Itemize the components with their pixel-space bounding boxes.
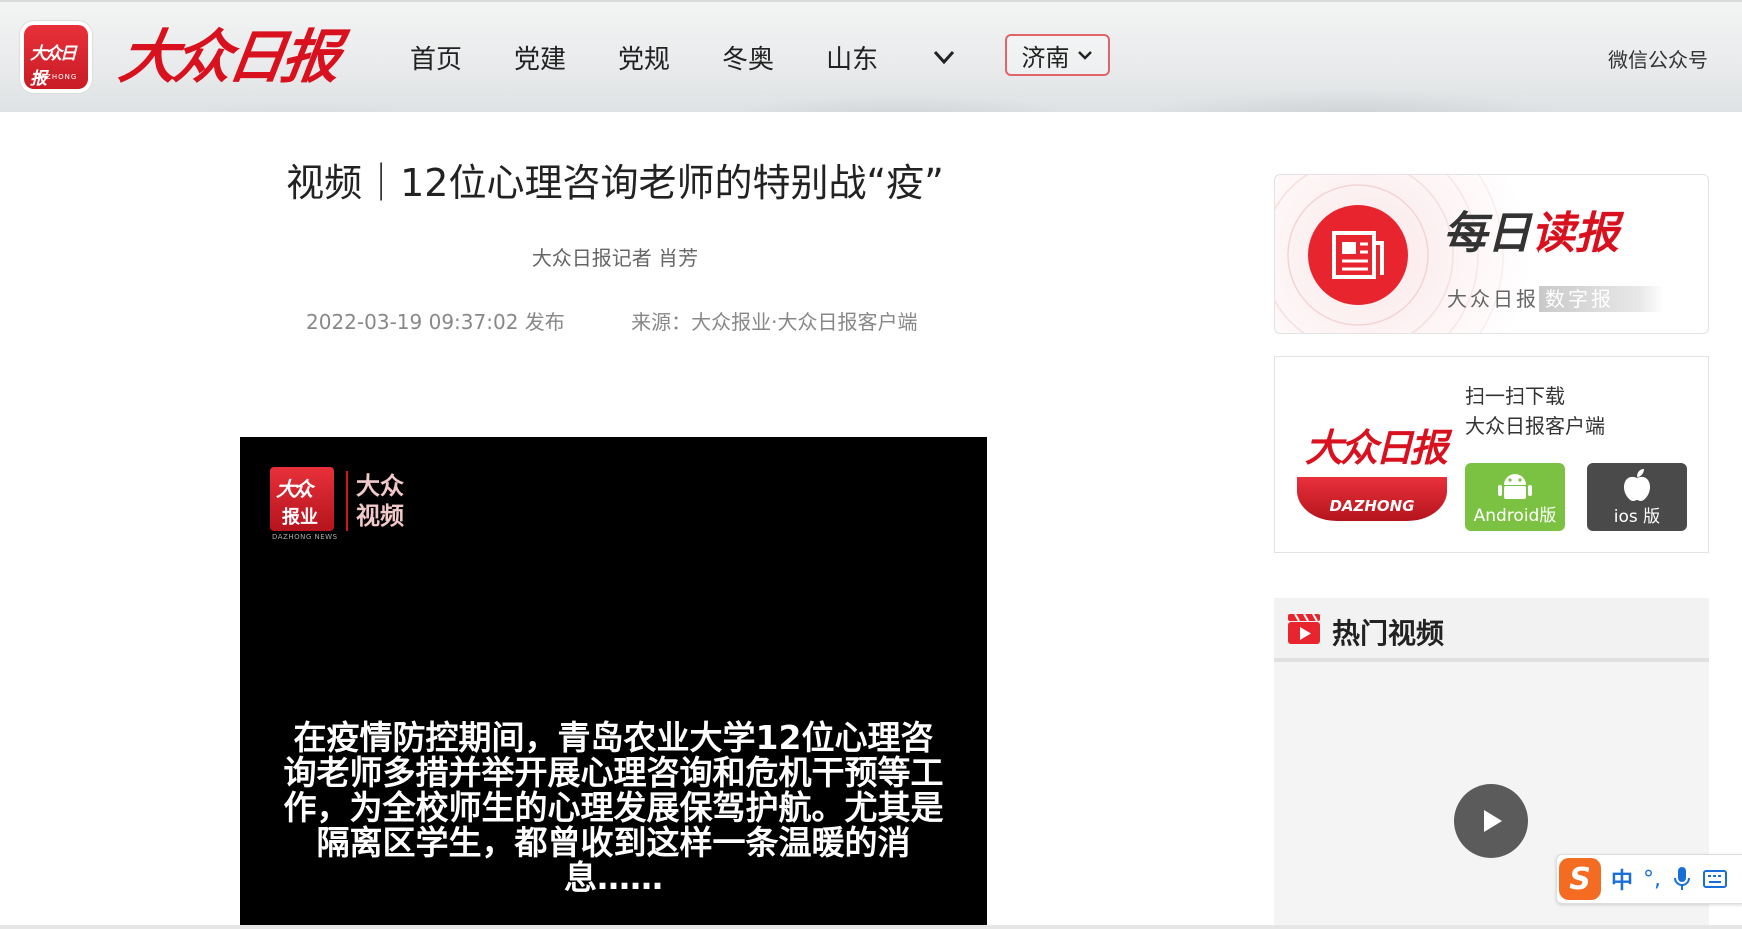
nav-item-home[interactable]: 首页 xyxy=(410,39,462,76)
region-selector[interactable]: 济南 xyxy=(1005,34,1110,76)
video-clapper-icon xyxy=(1288,613,1320,644)
app-emblem: 大众日报 DAZHONG xyxy=(1297,417,1449,527)
article-byline: 大众日报记者 肖芳 xyxy=(531,246,699,270)
nav-item-party-building[interactable]: 党建 xyxy=(514,39,566,76)
page-bottom-border xyxy=(0,925,1742,929)
nav-item-winter-olympics[interactable]: 冬奥 xyxy=(722,39,774,76)
newspaper-icon xyxy=(1308,205,1408,305)
chevron-down-icon xyxy=(1077,51,1092,60)
apple-icon xyxy=(1624,468,1650,501)
hot-videos-header: 热门视频 xyxy=(1274,598,1709,662)
nav-item-party-rules[interactable]: 党规 xyxy=(618,39,670,76)
play-icon xyxy=(1484,810,1502,832)
publish-time: 2022-03-19 09:37:02 发布 xyxy=(306,310,565,334)
nav-item-shandong[interactable]: 山东 xyxy=(826,39,878,76)
android-download-button[interactable]: Android版 xyxy=(1465,463,1565,531)
wechat-official-account-link[interactable]: 微信公众号 xyxy=(1608,44,1708,73)
app-logo-sub: DAZHONG xyxy=(34,73,78,81)
hot-videos-title: 热门视频 xyxy=(1332,617,1445,650)
logo-divider xyxy=(346,471,348,531)
article-title: 视频｜12位心理咨询老师的特别战“疫” xyxy=(286,161,944,205)
ime-mode-chinese[interactable]: 中 xyxy=(1611,863,1633,895)
daily-reader-title: 每日读报 xyxy=(1443,208,1619,259)
microphone-icon[interactable] xyxy=(1673,866,1691,892)
nav-more-chevron-icon[interactable] xyxy=(930,43,958,71)
brand-logo[interactable]: 大众日报 xyxy=(115,22,341,92)
region-label: 济南 xyxy=(1021,43,1070,72)
video-player[interactable]: 大众 报业 DAZHONG NEWS 大众视频 在疫情防控期间，青岛农业大学12… xyxy=(240,437,987,929)
video-subtitle: 在疫情防控期间，青岛农业大学12位心理咨询老师多措并举开展心理咨询和危机干预等工… xyxy=(283,718,944,897)
site-header: 大众日报 DAZHONG 大众日报 首页 党建 党规 冬奥 山东 济南 微信公众… xyxy=(0,0,1742,112)
play-button[interactable] xyxy=(1454,784,1528,858)
logo-caption: DAZHONG NEWS xyxy=(272,533,338,541)
scan-to-download-text: 扫一扫下载 大众日报客户端 xyxy=(1465,384,1605,438)
main-nav: 首页 党建 党规 冬奥 山东 xyxy=(410,32,988,82)
daily-reader-card[interactable]: 每日读报 大众日报 数字报 xyxy=(1274,174,1709,334)
ime-toolbar[interactable]: S 中 °, xyxy=(1556,854,1742,904)
ime-punctuation[interactable]: °, xyxy=(1643,867,1661,892)
article-source: 来源：大众报业·大众日报客户端 xyxy=(631,310,918,334)
keyboard-icon[interactable] xyxy=(1703,869,1728,889)
article-meta: 2022-03-19 09:37:02 发布 来源：大众报业·大众日报客户端 xyxy=(306,306,918,335)
app-logo-mark: 大众日报 xyxy=(30,44,77,89)
daily-reader-subtitle: 大众日报 数字报 xyxy=(1447,283,1664,312)
sogou-logo-icon[interactable]: S xyxy=(1559,858,1601,900)
app-logo[interactable]: 大众日报 DAZHONG xyxy=(20,21,92,93)
android-icon xyxy=(1498,473,1532,499)
channel-name: 大众视频 xyxy=(356,472,404,530)
ios-download-button[interactable]: ios 版 xyxy=(1587,463,1687,531)
app-download-card: 大众日报 DAZHONG 扫一扫下载 大众日报客户端 Android版 ios … xyxy=(1274,356,1709,553)
dazhong-news-logo: 大众 报业 xyxy=(270,467,334,531)
